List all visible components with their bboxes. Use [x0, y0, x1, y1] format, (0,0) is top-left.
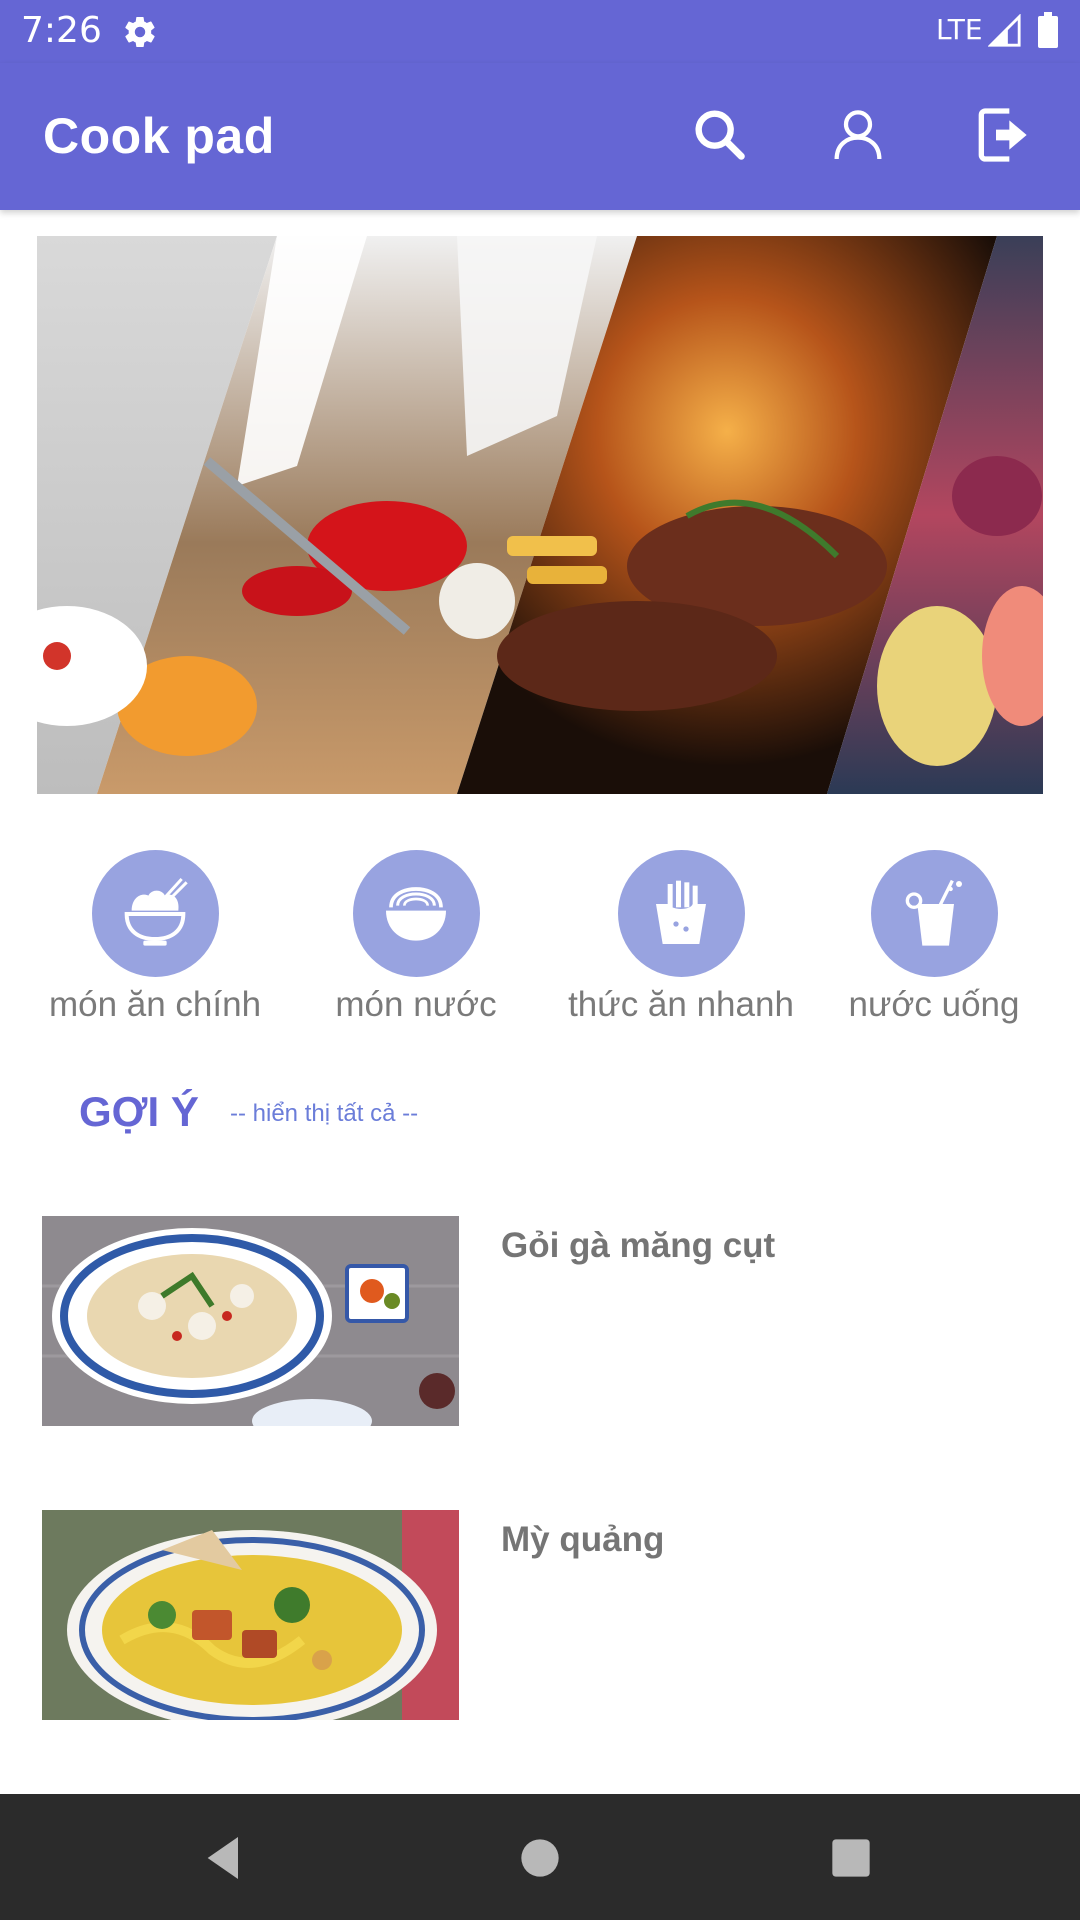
- banner-image: [37, 236, 1043, 794]
- back-icon[interactable]: [196, 1830, 252, 1886]
- home-icon[interactable]: [512, 1830, 568, 1886]
- fries-icon: [656, 880, 706, 944]
- status-bar: 7:26 LTE: [0, 0, 1080, 63]
- show-all-link[interactable]: -- hiển thị tất cả --: [230, 1100, 418, 1128]
- category-label: món nước: [335, 985, 497, 1024]
- category-circle[interactable]: [870, 850, 998, 977]
- category-thuc-an-nhanh[interactable]: thức ăn nhanh: [566, 850, 796, 1025]
- drink-icon: [905, 879, 962, 946]
- recipe-thumbnail[interactable]: [42, 1216, 459, 1426]
- system-nav-bar: [0, 1794, 1080, 1920]
- category-row: món ăn chính món nước thức ăn nhanh nước…: [0, 850, 1080, 1030]
- category-circle[interactable]: [617, 850, 745, 977]
- noodle-bowl-icon: [386, 886, 446, 941]
- recipe-thumbnail[interactable]: [42, 1510, 459, 1720]
- app-title: Cook pad: [43, 108, 275, 164]
- category-circle[interactable]: [91, 850, 219, 977]
- app-bar: Cook pad: [0, 63, 1080, 210]
- recipe-item[interactable]: Mỳ quảng: [42, 1510, 1042, 1720]
- search-icon[interactable]: [688, 103, 752, 167]
- settings-gear-icon: [125, 17, 155, 48]
- category-label: thức ăn nhanh: [568, 985, 794, 1024]
- battery-icon: [1038, 12, 1058, 48]
- recipe-item[interactable]: Gỏi gà măng cụt: [42, 1216, 1042, 1426]
- rice-bowl-icon: [124, 877, 188, 946]
- user-icon[interactable]: [826, 103, 890, 167]
- category-mon-nuoc[interactable]: món nước: [322, 850, 510, 1025]
- category-label: món ăn chính: [48, 985, 262, 1024]
- recents-icon[interactable]: [823, 1830, 879, 1886]
- status-time: 7:26: [21, 10, 102, 51]
- signal-icon: [988, 14, 1021, 47]
- logout-icon[interactable]: [972, 103, 1036, 167]
- section-title: GỢI Ý: [79, 1088, 199, 1135]
- category-mon-an-chinh[interactable]: món ăn chính: [38, 850, 272, 1025]
- network-type: LTE: [936, 13, 983, 46]
- category-label: nước uống: [848, 985, 1020, 1024]
- category-circle[interactable]: [352, 850, 480, 977]
- category-nuoc-uong[interactable]: nước uống: [842, 850, 1026, 1025]
- recipe-name[interactable]: Gỏi gà măng cụt: [501, 1226, 775, 1266]
- recipe-name[interactable]: Mỳ quảng: [501, 1520, 664, 1560]
